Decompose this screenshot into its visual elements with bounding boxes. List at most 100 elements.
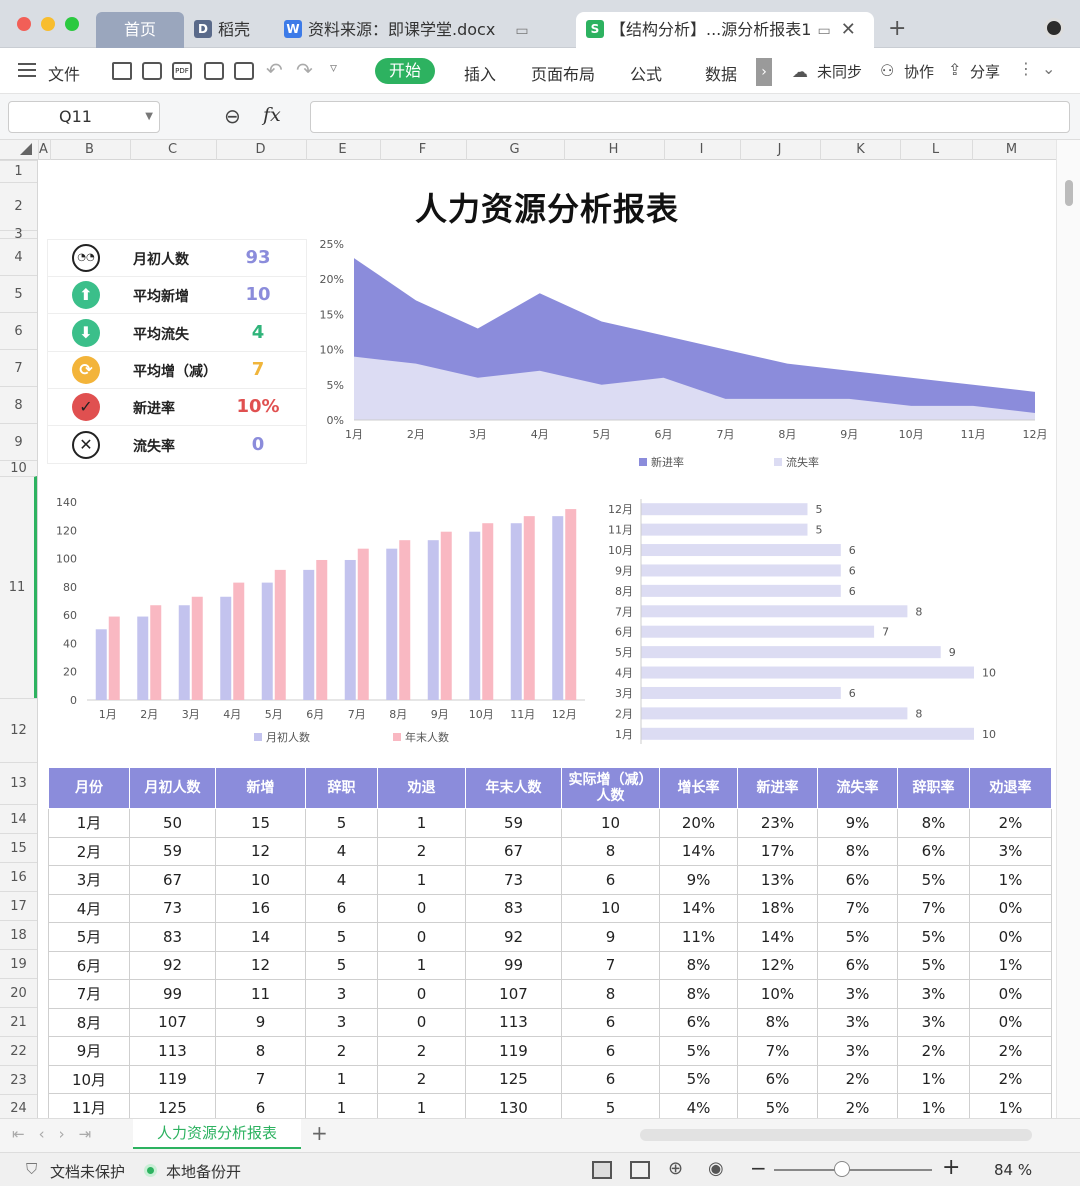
zoom-in-button[interactable]: + (942, 1155, 960, 1180)
table-cell[interactable]: 5% (737, 1093, 818, 1118)
table-cell[interactable]: 6% (897, 836, 970, 866)
zoom-out-button[interactable]: − (750, 1156, 767, 1180)
open-folder-icon[interactable] (112, 62, 132, 80)
row-header[interactable]: 8 (0, 386, 37, 423)
table-cell[interactable]: 10 (561, 808, 660, 838)
table-cell[interactable]: 0 (377, 893, 466, 923)
table-cell[interactable]: 20% (659, 808, 738, 838)
table-cell[interactable]: 3% (817, 979, 898, 1009)
table-cell[interactable]: 7 (561, 950, 660, 980)
row-header[interactable]: 23 (0, 1065, 37, 1094)
table-cell[interactable]: 59 (129, 836, 216, 866)
table-cell[interactable]: 1月 (48, 808, 130, 838)
table-cell[interactable]: 7月 (48, 979, 130, 1009)
table-cell[interactable]: 6 (561, 1064, 660, 1094)
table-cell[interactable]: 8 (215, 1036, 306, 1066)
table-cell[interactable]: 3 (305, 1007, 378, 1037)
table-cell[interactable]: 1% (969, 865, 1052, 895)
table-cell[interactable]: 8 (561, 979, 660, 1009)
table-cell[interactable]: 2 (377, 836, 466, 866)
table-cell[interactable]: 5% (659, 1036, 738, 1066)
table-cell[interactable]: 2% (969, 1064, 1052, 1094)
row-header[interactable]: 24 (0, 1094, 37, 1121)
column-header-j[interactable]: J (740, 140, 818, 160)
table-header-cell[interactable]: 辞职 (305, 767, 378, 809)
row-header[interactable]: 17 (0, 891, 37, 920)
row-header[interactable]: 21 (0, 1007, 37, 1036)
zoom-window-button[interactable] (65, 17, 79, 31)
screen-icon[interactable]: ▭ (515, 23, 528, 39)
table-header-cell[interactable]: 月份 (48, 767, 130, 809)
row-header[interactable]: 12 (0, 698, 37, 762)
table-cell[interactable]: 16 (215, 893, 306, 923)
table-cell[interactable]: 0 (377, 922, 466, 952)
table-cell[interactable]: 2% (969, 1036, 1052, 1066)
tab-spreadsheet[interactable]: S 【结构分析】...源分析报表1 ▭ ✕ (576, 12, 874, 48)
undo-icon[interactable]: ↶ (266, 58, 283, 82)
column-header-l[interactable]: L (900, 140, 970, 160)
row-header[interactable]: 10 (0, 460, 37, 476)
table-header-cell[interactable]: 年末人数 (465, 767, 562, 809)
table-cell[interactable]: 1 (305, 1093, 378, 1118)
fx-icon[interactable]: fx (263, 104, 281, 126)
table-cell[interactable]: 5月 (48, 922, 130, 952)
table-cell[interactable]: 5% (897, 865, 970, 895)
table-cell[interactable]: 10 (561, 893, 660, 923)
table-cell[interactable]: 12 (215, 836, 306, 866)
table-cell[interactable]: 8% (659, 950, 738, 980)
table-cell[interactable]: 2 (377, 1036, 466, 1066)
table-cell[interactable]: 113 (129, 1036, 216, 1066)
table-cell[interactable]: 12 (215, 950, 306, 980)
sync-status[interactable]: 未同步 (817, 61, 862, 82)
table-cell[interactable]: 99 (129, 979, 216, 1009)
table-cell[interactable]: 2 (377, 1064, 466, 1094)
page-break-icon[interactable]: ⊕ (668, 1158, 683, 1179)
zoom-slider-handle[interactable] (834, 1161, 850, 1177)
table-cell[interactable]: 73 (129, 893, 216, 923)
table-cell[interactable]: 1% (897, 1093, 970, 1118)
table-cell[interactable]: 1% (969, 1093, 1052, 1118)
table-cell[interactable]: 0% (969, 893, 1052, 923)
row-header[interactable]: 15 (0, 833, 37, 862)
table-cell[interactable]: 8% (897, 808, 970, 838)
table-cell[interactable]: 83 (129, 922, 216, 952)
print-icon[interactable] (204, 62, 224, 80)
menu-data[interactable]: 数据 (705, 61, 737, 85)
close-tab-icon[interactable]: ✕ (841, 19, 856, 40)
scroll-thumb[interactable] (1065, 180, 1073, 206)
table-cell[interactable]: 125 (129, 1093, 216, 1118)
table-cell[interactable]: 59 (465, 808, 562, 838)
table-header-cell[interactable]: 增长率 (659, 767, 738, 809)
table-header-cell[interactable]: 实际增（减）人数 (561, 767, 660, 809)
screen-icon[interactable]: ▭ (817, 23, 830, 39)
row-header[interactable]: 22 (0, 1036, 37, 1065)
table-cell[interactable]: 5% (659, 1064, 738, 1094)
table-cell[interactable]: 92 (129, 950, 216, 980)
table-cell[interactable]: 107 (465, 979, 562, 1009)
pdf-icon[interactable]: PDF (172, 62, 192, 80)
table-cell[interactable]: 119 (129, 1064, 216, 1094)
customize-chevron-icon[interactable]: ▿ (330, 60, 337, 76)
save-icon[interactable] (142, 62, 162, 80)
table-header-cell[interactable]: 流失率 (817, 767, 898, 809)
menu-formula[interactable]: 公式 (630, 61, 662, 85)
table-cell[interactable]: 5 (305, 922, 378, 952)
table-cell[interactable]: 5% (897, 922, 970, 952)
table-cell[interactable]: 6 (305, 893, 378, 923)
row-header[interactable]: 19 (0, 949, 37, 978)
table-cell[interactable]: 6% (817, 865, 898, 895)
table-cell[interactable]: 2% (969, 808, 1052, 838)
zoom-level[interactable]: 84 % (994, 1161, 1032, 1179)
table-cell[interactable]: 67 (465, 836, 562, 866)
table-cell[interactable]: 3% (897, 979, 970, 1009)
table-cell[interactable]: 0% (969, 922, 1052, 952)
table-cell[interactable]: 4月 (48, 893, 130, 923)
table-cell[interactable]: 17% (737, 836, 818, 866)
table-header-cell[interactable]: 新增 (215, 767, 306, 809)
table-cell[interactable]: 99 (465, 950, 562, 980)
tab-docx[interactable]: W 资料来源：即课学堂.docx ▭ (284, 12, 529, 48)
menu-page-layout[interactable]: 页面布局 (531, 61, 595, 85)
table-cell[interactable]: 130 (465, 1093, 562, 1118)
table-cell[interactable]: 9 (561, 922, 660, 952)
row-header[interactable]: 1 (0, 160, 37, 182)
